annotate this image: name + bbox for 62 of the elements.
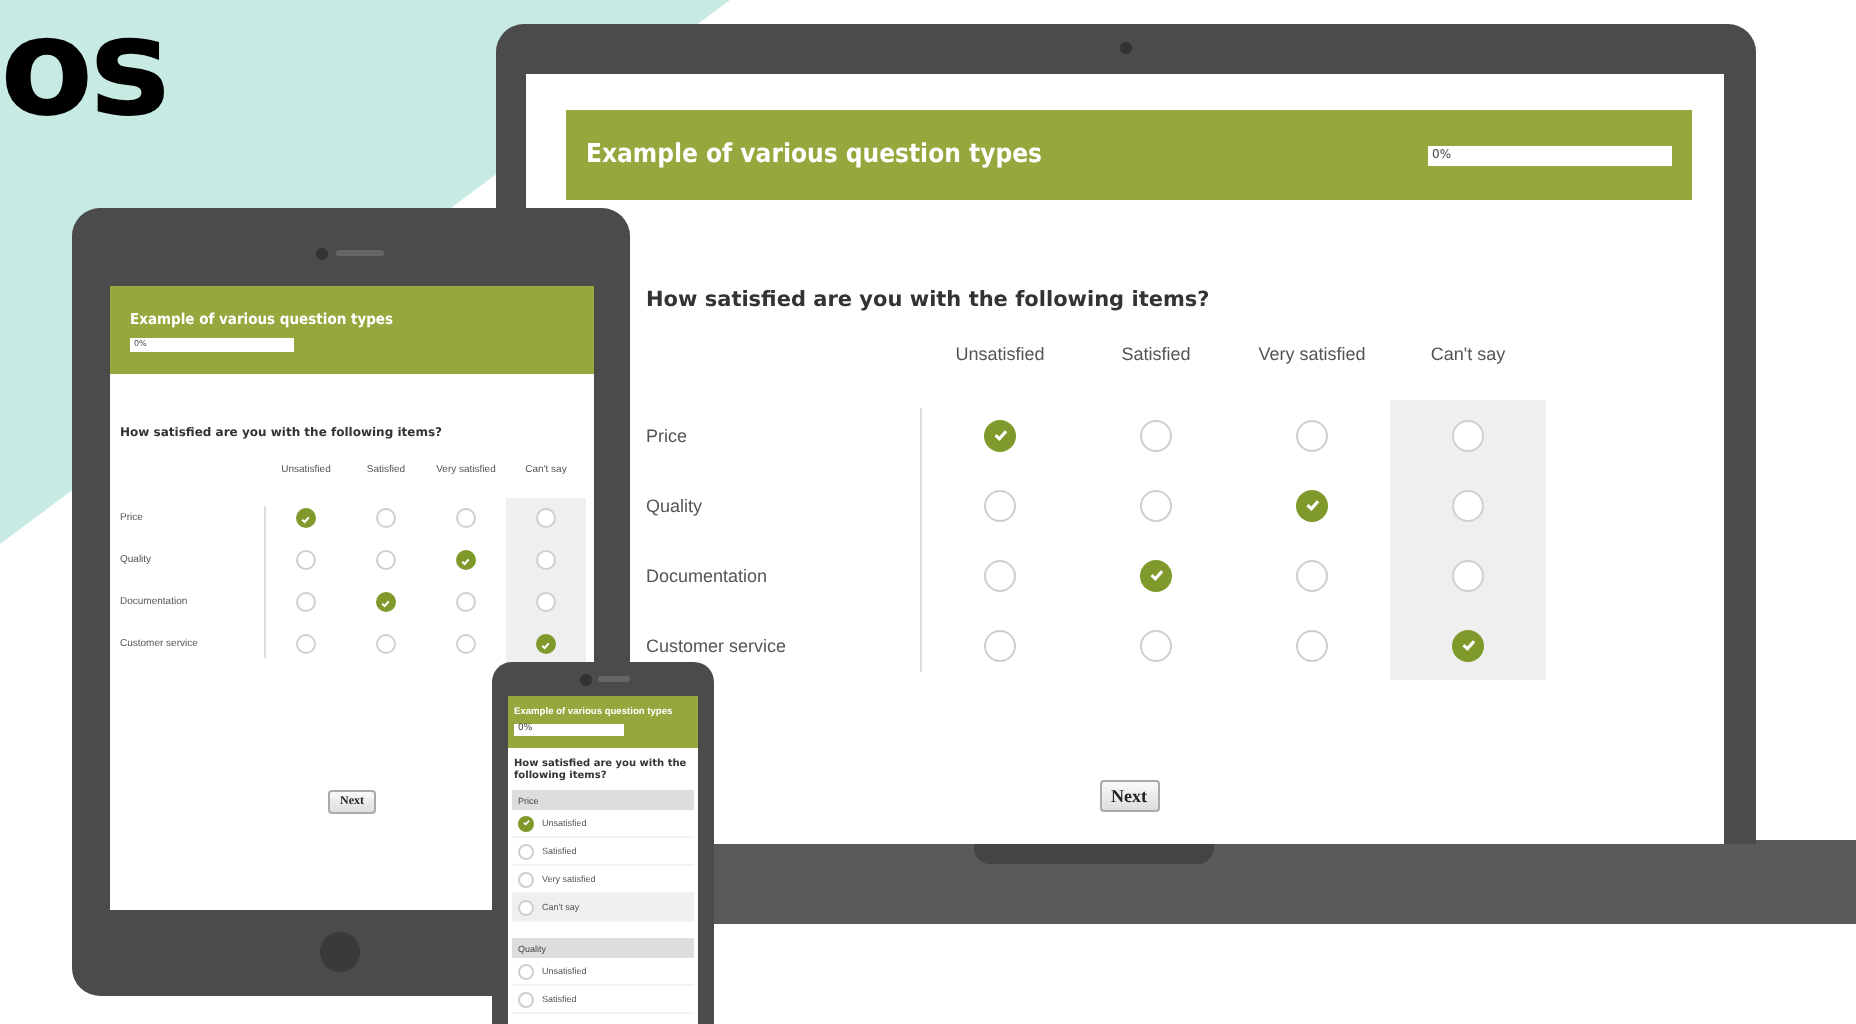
radio-button[interactable] xyxy=(518,815,534,831)
check-icon xyxy=(540,639,552,651)
radio-button[interactable] xyxy=(456,592,476,613)
check-icon xyxy=(1147,566,1165,584)
row-label: Price xyxy=(646,423,690,449)
radio-button[interactable] xyxy=(518,963,534,979)
row-label: Customer service xyxy=(646,633,789,659)
check-icon xyxy=(521,818,531,828)
radio-button[interactable] xyxy=(1452,629,1484,661)
question-text: How satisfied are you with the following items? xyxy=(646,288,1212,312)
column-heading: Unsatisfied xyxy=(953,344,1047,368)
radio-button[interactable] xyxy=(984,629,1016,661)
radio-button[interactable] xyxy=(536,550,556,571)
radio-button[interactable] xyxy=(518,991,534,1007)
radio-button[interactable] xyxy=(1140,559,1172,591)
radio-button[interactable] xyxy=(296,550,316,571)
column-heading: Satisfied xyxy=(1119,344,1193,368)
radio-button[interactable] xyxy=(1452,419,1484,451)
radio-button[interactable] xyxy=(1296,629,1328,661)
check-icon xyxy=(1303,496,1321,514)
radio-button[interactable] xyxy=(456,634,476,655)
radio-button[interactable] xyxy=(296,592,316,613)
radio-button[interactable] xyxy=(1452,559,1484,591)
row-label: Documentation xyxy=(646,563,770,589)
radio-button[interactable] xyxy=(536,592,556,613)
radio-button[interactable] xyxy=(518,899,534,915)
radio-button[interactable] xyxy=(376,508,396,529)
check-icon xyxy=(991,426,1009,444)
camera xyxy=(1120,42,1132,54)
check-icon xyxy=(380,597,392,609)
camera xyxy=(580,674,592,686)
radio-button[interactable] xyxy=(1452,489,1484,521)
radio-button[interactable] xyxy=(296,508,316,529)
radio-button[interactable] xyxy=(376,592,396,613)
column-heading: Very satisfied xyxy=(1256,344,1368,368)
radio-button[interactable] xyxy=(1296,489,1328,521)
next-button[interactable]: Next xyxy=(1099,780,1159,812)
radio-button[interactable] xyxy=(1140,489,1172,521)
row-label: Quality xyxy=(646,493,705,520)
check-icon xyxy=(460,555,472,567)
headline: os xyxy=(0,0,167,152)
camera xyxy=(316,248,328,260)
radio-button[interactable] xyxy=(296,634,316,655)
radio-button[interactable] xyxy=(518,871,534,887)
radio-button[interactable] xyxy=(1140,419,1172,451)
radio-button[interactable] xyxy=(536,508,556,529)
radio-button[interactable] xyxy=(456,508,476,529)
radio-button[interactable] xyxy=(518,843,534,859)
radio-button[interactable] xyxy=(1296,419,1328,451)
radio-button[interactable] xyxy=(984,419,1016,451)
radio-button[interactable] xyxy=(984,559,1016,591)
check-icon xyxy=(1459,636,1477,654)
survey-title: Example of various question types xyxy=(586,140,1042,170)
radio-button[interactable] xyxy=(376,550,396,571)
radio-button[interactable] xyxy=(1296,559,1328,591)
radio-button[interactable] xyxy=(1140,629,1172,661)
check-icon xyxy=(300,513,312,525)
radio-button[interactable] xyxy=(456,550,476,571)
radio-button[interactable] xyxy=(984,489,1016,521)
radio-button[interactable] xyxy=(376,634,396,655)
column-heading: Can't say xyxy=(1428,344,1508,368)
radio-button[interactable] xyxy=(536,634,556,655)
